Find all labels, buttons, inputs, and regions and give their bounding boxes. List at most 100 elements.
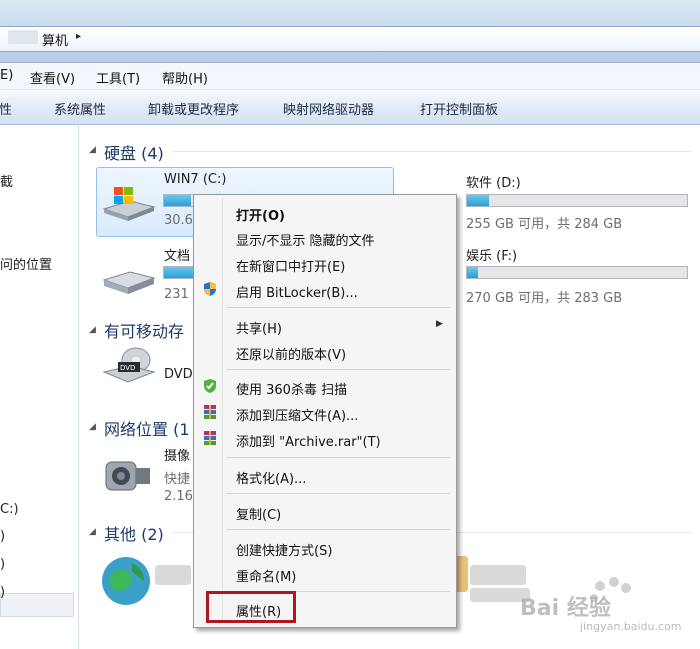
menu-separator bbox=[226, 529, 450, 530]
menu-item-toggle-hidden-label: 显示/不显示 隐藏的文件 bbox=[236, 234, 375, 249]
dvd-drive-name: DVD bbox=[164, 367, 193, 382]
collapse-triangle-icon[interactable]: ◢ bbox=[89, 527, 96, 537]
menu-item-copy[interactable]: 复制(C) bbox=[196, 500, 452, 524]
toolbar-map-drive[interactable]: 映射网络驱动器 bbox=[283, 99, 374, 118]
context-menu: 打开(O) 显示/不显示 隐藏的文件 在新窗口中打开(E) 启用 BitLock… bbox=[193, 194, 457, 628]
360-antivirus-icon bbox=[204, 379, 216, 393]
watermark-url: jingyan.baidu.com bbox=[580, 620, 682, 633]
collapse-triangle-icon[interactable]: ◢ bbox=[89, 422, 96, 432]
menu-item-restore-label: 还原以前的版本(V) bbox=[236, 348, 347, 363]
winrar-icon bbox=[204, 405, 216, 419]
menu-item-bitlocker-label: 启用 BitLocker(B)... bbox=[236, 286, 358, 301]
menu-item-share-label: 共享(H) bbox=[236, 322, 282, 337]
menu-help[interactable]: 帮助(H) bbox=[162, 68, 208, 87]
submenu-arrow-icon: ▶ bbox=[436, 319, 443, 329]
camera-icon bbox=[105, 461, 150, 491]
highlight-annotation-box bbox=[206, 591, 296, 623]
drive-d-usage-bar bbox=[466, 194, 688, 207]
toolbar-uninstall[interactable]: 卸载或更改程序 bbox=[148, 99, 239, 118]
menu-item-open-new-window-label: 在新窗口中打开(E) bbox=[236, 260, 346, 275]
drive-d-size: 255 GB 可用，共 284 GB bbox=[466, 217, 623, 232]
camera-name: 摄像 bbox=[164, 449, 191, 464]
drive-f-size: 270 GB 可用，共 283 GB bbox=[466, 291, 623, 306]
menu-item-shortcut-label: 创建快捷方式(S) bbox=[236, 544, 333, 559]
nav-item-1[interactable]: 截 bbox=[0, 171, 13, 190]
camera-type: 快捷 bbox=[164, 472, 191, 487]
command-bar: 属性 系统属性 卸载或更改程序 映射网络驱动器 打开控制面板 bbox=[0, 90, 700, 125]
drive-c-usage-bar bbox=[163, 194, 197, 207]
drive-c-size: 30.6 bbox=[164, 213, 193, 228]
drive-f-usage-bar bbox=[466, 266, 688, 279]
drive-doc-usage-bar bbox=[163, 266, 197, 279]
drive-d-usage-fill bbox=[467, 195, 489, 206]
nav-item-recent[interactable]: 问的位置 bbox=[0, 254, 52, 273]
menu-item-rename[interactable]: 重命名(M) bbox=[196, 562, 452, 586]
menu-item-add-rar-label: 添加到 "Archive.rar"(T) bbox=[236, 435, 381, 450]
menu-item-open-label: 打开(O) bbox=[236, 209, 285, 224]
menu-item-restore[interactable]: 还原以前的版本(V) bbox=[196, 340, 452, 364]
collapse-triangle-icon[interactable]: ◢ bbox=[89, 145, 96, 155]
menu-item-rename-label: 重命名(M) bbox=[236, 570, 297, 585]
menu-item-shortcut[interactable]: 创建快捷方式(S) bbox=[196, 536, 452, 560]
menu-item-add-archive[interactable]: 添加到压缩文件(A)... bbox=[196, 401, 452, 425]
menu-edit[interactable]: E) bbox=[0, 68, 13, 83]
hard-drive-icon bbox=[102, 271, 156, 294]
group-header-removable[interactable]: 有可移动存 bbox=[104, 318, 184, 342]
menu-separator bbox=[226, 493, 450, 494]
nav-item-d[interactable]: ) bbox=[0, 529, 5, 544]
toolbar-system-properties[interactable]: 系统属性 bbox=[54, 99, 106, 118]
menu-item-format-label: 格式化(A)... bbox=[236, 472, 307, 487]
blurred-item-label bbox=[470, 565, 526, 585]
menu-separator bbox=[226, 307, 450, 308]
dvd-drive-icon: DVD bbox=[102, 347, 156, 383]
menu-separator bbox=[226, 457, 450, 458]
group-header-network[interactable]: 网络位置 (1 bbox=[104, 416, 190, 440]
menu-item-open-new-window[interactable]: 在新窗口中打开(E) bbox=[196, 252, 452, 276]
menu-view[interactable]: 查看(V) bbox=[30, 68, 75, 87]
address-field[interactable] bbox=[0, 26, 700, 52]
drive-doc-usage-fill bbox=[164, 267, 196, 278]
group-divider bbox=[172, 151, 692, 152]
drive-f-usage-fill bbox=[467, 267, 478, 278]
menu-item-copy-label: 复制(C) bbox=[236, 508, 282, 523]
collapse-triangle-icon[interactable]: ◢ bbox=[89, 325, 96, 335]
globe-icon bbox=[102, 557, 150, 605]
drive-f-name: 娱乐 (F:) bbox=[466, 249, 518, 264]
menu-item-360-scan-label: 使用 360杀毒 扫描 bbox=[236, 383, 348, 398]
nav-item-f[interactable]: ) bbox=[0, 585, 5, 600]
menu-separator bbox=[226, 369, 450, 370]
drive-doc-name: 文档 bbox=[164, 249, 191, 264]
menu-item-open[interactable]: 打开(O) bbox=[196, 201, 452, 225]
windows-drive-icon bbox=[102, 187, 156, 221]
menu-item-format[interactable]: 格式化(A)... bbox=[196, 464, 452, 488]
menu-tools[interactable]: 工具(T) bbox=[96, 68, 140, 87]
winrar-icon bbox=[204, 431, 216, 445]
uac-shield-icon bbox=[204, 282, 216, 296]
blurred-item-label bbox=[155, 565, 191, 585]
breadcrumb-arrow-icon[interactable]: ▸ bbox=[76, 31, 81, 42]
drive-c-usage-fill bbox=[164, 195, 192, 206]
navigation-pane: 截 问的位置 C:) ) ) ) bbox=[0, 125, 79, 649]
toolbar-control-panel[interactable]: 打开控制面板 bbox=[420, 99, 498, 118]
watermark-text: Bai 经验 bbox=[520, 596, 611, 621]
menu-item-add-archive-label: 添加到压缩文件(A)... bbox=[236, 409, 359, 424]
drive-doc-size: 231 bbox=[164, 287, 189, 302]
nav-item-e[interactable]: ) bbox=[0, 557, 5, 572]
back-forward-buttons[interactable] bbox=[8, 30, 38, 44]
drive-d-name: 软件 (D:) bbox=[466, 176, 521, 191]
group-header-hdd[interactable]: 硬盘 (4) bbox=[104, 140, 164, 164]
nav-selected-computer[interactable] bbox=[0, 593, 74, 617]
toolbar-properties[interactable]: 属性 bbox=[0, 99, 12, 118]
menu-item-toggle-hidden[interactable]: 显示/不显示 隐藏的文件 bbox=[196, 226, 452, 250]
drive-c-name: WIN7 (C:) bbox=[164, 172, 227, 187]
camera-size: 2.16 bbox=[164, 489, 193, 504]
group-header-other[interactable]: 其他 (2) bbox=[104, 521, 164, 545]
menu-item-share[interactable]: 共享(H) ▶ bbox=[196, 314, 452, 338]
menu-item-360-scan[interactable]: 使用 360杀毒 扫描 bbox=[196, 375, 452, 399]
menu-item-add-rar[interactable]: 添加到 "Archive.rar"(T) bbox=[196, 427, 452, 451]
menu-item-bitlocker[interactable]: 启用 BitLocker(B)... bbox=[196, 278, 452, 302]
address-path[interactable]: 算机 bbox=[42, 30, 68, 49]
svg-text:DVD: DVD bbox=[120, 364, 135, 372]
address-bar-area: 算机 ▸ bbox=[0, 0, 700, 63]
nav-item-c[interactable]: C:) bbox=[0, 502, 19, 517]
